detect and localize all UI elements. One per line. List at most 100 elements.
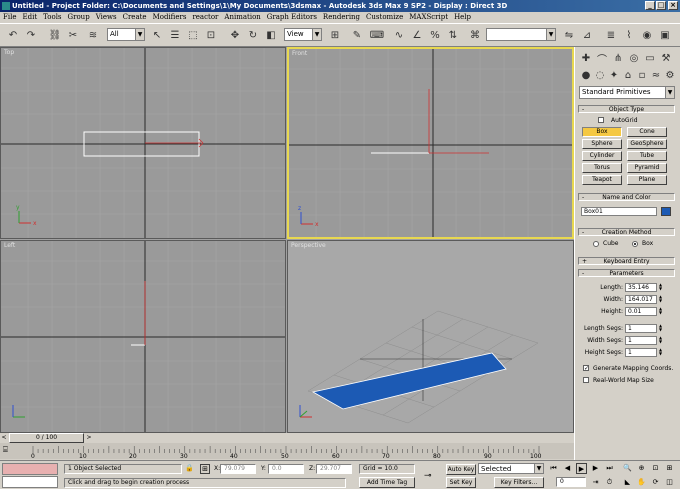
height-spinner[interactable]: ▲ ▼ [658, 307, 663, 316]
width-field[interactable]: 164.017 [625, 295, 657, 304]
auto-key-button[interactable]: Auto Key [446, 464, 476, 475]
named-selection-icon[interactable]: ⌘ [468, 28, 482, 42]
named-selection-sets-dropdown[interactable]: ▼ [486, 28, 556, 41]
width-spinner[interactable]: ▲ ▼ [658, 295, 663, 304]
select-link-icon[interactable]: ⛓ [48, 28, 62, 42]
menu-reactor[interactable]: reactor [189, 12, 221, 23]
rollout-creation-method[interactable]: - Creation Method [578, 228, 675, 236]
menu-customize[interactable]: Customize [363, 12, 406, 23]
curve-editor-icon[interactable]: ⌇ [622, 28, 636, 42]
time-slider[interactable]: < 0 / 100 > [0, 433, 574, 443]
previous-frame-icon[interactable]: ◀ [562, 463, 573, 474]
pivot-center-icon[interactable]: ⊞ [328, 28, 342, 42]
cylinder-button[interactable]: Cylinder [582, 151, 622, 161]
tube-button[interactable]: Tube [627, 151, 667, 161]
select-by-name-icon[interactable]: ☰ [168, 28, 182, 42]
pan-icon[interactable]: ✋ [636, 477, 647, 488]
object-name-field[interactable]: Box01 [581, 207, 657, 216]
plane-button[interactable]: Plane [627, 175, 667, 185]
time-slider-next-icon[interactable]: > [85, 434, 93, 442]
menu-modifiers[interactable]: Modifiers [150, 12, 190, 23]
object-color-swatch[interactable] [661, 207, 671, 216]
key-mode-dropdown[interactable]: Selected ▼ [478, 463, 544, 474]
unlink-icon[interactable]: ✂ [66, 28, 80, 42]
maximize-viewport-icon[interactable]: ◫ [664, 477, 675, 488]
box-button[interactable]: Box [582, 127, 622, 137]
shapes-icon[interactable]: ◌ [593, 68, 607, 82]
angle-snap-icon[interactable]: ∠ [410, 28, 424, 42]
height-field[interactable]: 0.01 [625, 307, 657, 316]
torus-button[interactable]: Torus [582, 163, 622, 173]
modify-tab-icon[interactable]: ⌒ [595, 51, 609, 66]
primitive-category-dropdown[interactable]: Standard Primitives ▼ [579, 86, 675, 99]
menu-rendering[interactable]: Rendering [320, 12, 363, 23]
realworld-map-checkbox[interactable] [583, 377, 589, 383]
goto-end-icon[interactable]: ⏭ [604, 463, 615, 474]
layer-manager-icon[interactable]: ≣ [604, 28, 618, 42]
rectangular-selection-icon[interactable]: ⬚ [186, 28, 200, 42]
zoom-extents-all-icon[interactable]: ⊞ [664, 463, 675, 474]
space-warps-icon[interactable]: ≈ [649, 68, 663, 82]
viewport-top[interactable]: Top xy [0, 47, 286, 239]
bind-space-warp-icon[interactable]: ≋ [86, 28, 100, 42]
geosphere-button[interactable]: GeoSphere [627, 139, 667, 149]
align-icon[interactable]: ⊿ [580, 28, 594, 42]
length-spinner[interactable]: ▲ ▼ [658, 283, 663, 292]
arc-rotate-icon[interactable]: ⟳ [650, 477, 661, 488]
width-segs-field[interactable]: 1 [625, 336, 657, 345]
play-icon[interactable]: ▶ [576, 463, 587, 474]
spinner-snap-icon[interactable]: ⇅ [446, 28, 460, 42]
time-configuration-icon[interactable]: ⏱ [604, 477, 615, 488]
menu-edit[interactable]: Edit [19, 12, 40, 23]
generate-mapping-checkbox[interactable]: ✓ [583, 365, 589, 372]
lock-icon[interactable]: 🔒 [185, 464, 194, 472]
time-slider-prev-icon[interactable]: < [0, 434, 8, 442]
x-coordinate-field[interactable]: 79.079 [220, 464, 256, 474]
redo-icon[interactable]: ↷ [24, 28, 38, 42]
length-segs-spinner[interactable]: ▲ ▼ [658, 324, 663, 333]
zoom-all-icon[interactable]: ⊕ [636, 463, 647, 474]
rollout-keyboard-entry[interactable]: + Keyboard Entry [578, 257, 675, 265]
close-button[interactable]: × [668, 1, 678, 10]
snaps-toggle-icon[interactable]: ∿ [392, 28, 406, 42]
menu-animation[interactable]: Animation [221, 12, 263, 23]
maxscript-mini-listener[interactable] [2, 476, 58, 488]
time-slider-thumb[interactable]: 0 / 100 [9, 433, 84, 443]
box-radio[interactable] [632, 241, 638, 247]
rollout-parameters[interactable]: - Parameters [578, 269, 675, 277]
select-object-icon[interactable]: ↖ [150, 28, 164, 42]
set-key-button[interactable]: Set Key [446, 477, 476, 488]
create-tab-icon[interactable]: ✚ [579, 51, 593, 65]
menu-group[interactable]: Group [65, 12, 93, 23]
select-move-icon[interactable]: ✥ [228, 28, 242, 42]
length-segs-field[interactable]: 1 [625, 324, 657, 333]
menu-graph-editors[interactable]: Graph Editors [264, 12, 320, 23]
viewport-left[interactable]: Left [0, 240, 286, 433]
menu-file[interactable]: File [0, 12, 19, 23]
zoom-extents-icon[interactable]: ⊡ [650, 463, 661, 474]
menu-maxscript[interactable]: MAXScript [406, 12, 451, 23]
maxscript-listener[interactable] [2, 463, 58, 475]
select-manipulate-icon[interactable]: ✎ [350, 28, 364, 42]
helpers-icon[interactable]: ▫ [635, 68, 649, 82]
zoom-icon[interactable]: 🔍 [622, 463, 633, 474]
menu-tools[interactable]: Tools [40, 12, 64, 23]
y-coordinate-field[interactable]: 0.0 [268, 464, 304, 474]
track-bar-icon[interactable]: ⌸ [3, 445, 17, 455]
window-crossing-icon[interactable]: ⊡ [204, 28, 218, 42]
sphere-button[interactable]: Sphere [582, 139, 622, 149]
rollout-name-and-color[interactable]: - Name and Color [578, 193, 675, 201]
height-segs-spinner[interactable]: ▲ ▼ [658, 348, 663, 357]
select-scale-icon[interactable]: ◧ [264, 28, 278, 42]
motion-tab-icon[interactable]: ◎ [627, 51, 641, 65]
autogrid-checkbox[interactable] [598, 117, 604, 123]
cameras-icon[interactable]: ⌂ [621, 68, 635, 82]
cone-button[interactable]: Cone [627, 127, 667, 137]
goto-start-icon[interactable]: ⏮ [548, 463, 559, 474]
viewport-front[interactable]: Front xz [287, 47, 574, 239]
material-editor-icon[interactable]: ◉ [640, 28, 654, 42]
pyramid-button[interactable]: Pyramid [627, 163, 667, 173]
menu-create[interactable]: Create [120, 12, 150, 23]
percent-snap-icon[interactable]: % [428, 28, 442, 42]
track-bar[interactable]: ⌸ 0 10 20 30 40 50 60 70 80 90 100 [0, 443, 574, 460]
